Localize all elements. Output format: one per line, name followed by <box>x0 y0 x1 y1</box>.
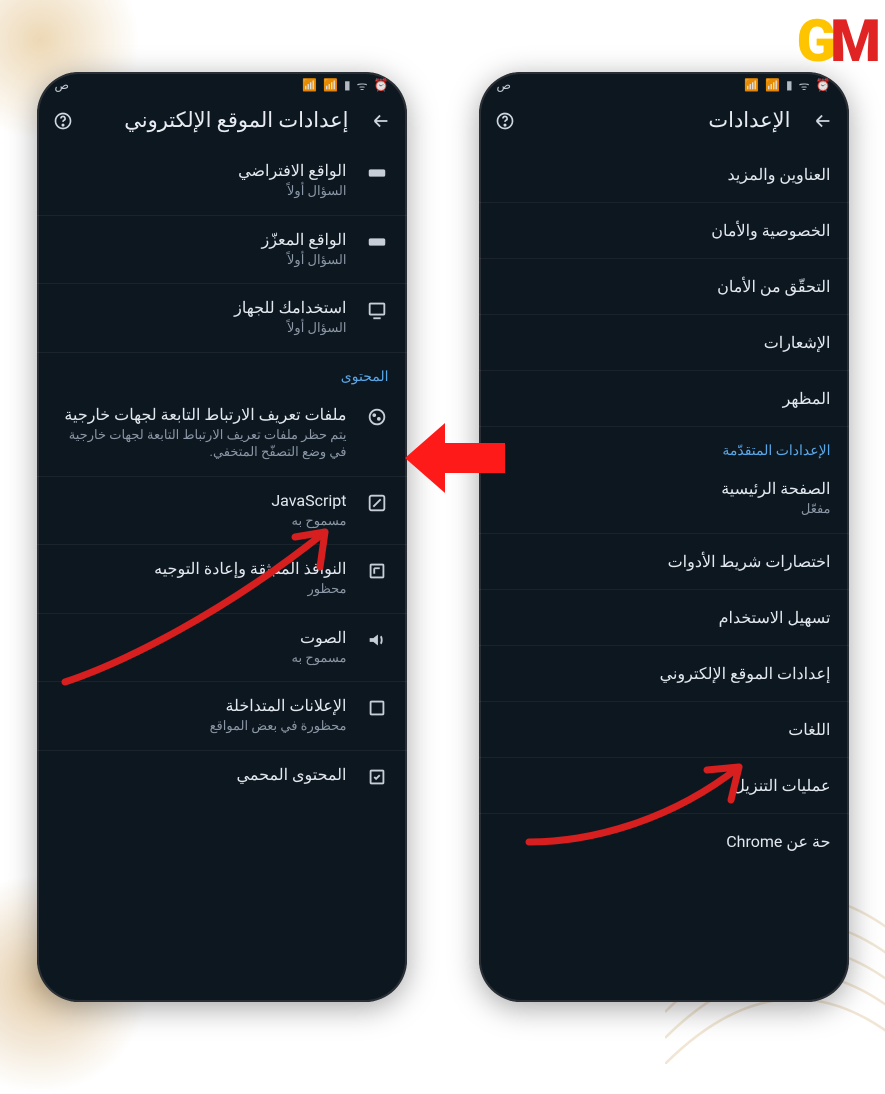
row-title: JavaScript <box>55 491 347 510</box>
logo-m: M <box>830 8 875 76</box>
row-languages[interactable]: اللغات <box>479 702 849 758</box>
row-title: ملفات تعريف الارتباط التابعة لجهات خارجي… <box>55 405 347 424</box>
row-accessibility[interactable]: تسهيل الاستخدام <box>479 590 849 646</box>
popup-icon <box>365 559 389 583</box>
back-icon[interactable] <box>369 109 393 133</box>
row-device-use[interactable]: استخدامك للجهاز السؤال أولاً <box>37 284 407 353</box>
help-icon[interactable] <box>51 109 75 133</box>
row-third-party-cookies[interactable]: ملفات تعريف الارتباط التابعة لجهات خارجي… <box>37 391 407 477</box>
status-time: ص <box>497 78 512 92</box>
row-protected-content[interactable]: المحتوى المحمي <box>37 751 407 803</box>
row-sub: محظور <box>55 581 347 599</box>
back-icon[interactable] <box>811 109 835 133</box>
section-advanced: الإعدادات المتقدّمة <box>479 427 849 465</box>
row-title: الإشعارات <box>497 333 831 352</box>
row-ar[interactable]: الواقع المعزّز السؤال أولاً <box>37 216 407 285</box>
row-sub: يتم حظر ملفات تعريف الارتباط التابعة لجه… <box>55 427 347 462</box>
protected-icon <box>365 765 389 789</box>
row-sound[interactable]: الصوت مسموح به <box>37 614 407 683</box>
cookie-icon <box>365 405 389 429</box>
row-popups[interactable]: النوافذ المنبثقة وإعادة التوجيه محظور <box>37 545 407 614</box>
row-vr[interactable]: الواقع الافتراضي السؤال أولاً <box>37 147 407 216</box>
app-header-left: إعدادات الموقع الإلكتروني <box>37 98 407 147</box>
status-bar: ⏰ᯤ▮📶📶 ص <box>37 72 407 98</box>
row-javascript[interactable]: JavaScript مسموح به <box>37 477 407 546</box>
transition-arrow-icon <box>405 418 505 498</box>
status-time: ص <box>55 78 70 92</box>
row-sub: مسموح به <box>55 513 347 531</box>
phone-right: ⏰ᯤ▮📶📶 ص الإعدادات العناوين والمزيد الخصو… <box>479 72 849 1002</box>
row-title: المحتوى المحمي <box>55 765 347 784</box>
row-addresses[interactable]: العناوين والمزيد <box>479 147 849 203</box>
app-header-right: الإعدادات <box>479 98 849 147</box>
row-title: استخدامك للجهاز <box>55 298 347 317</box>
row-downloads[interactable]: عمليات التنزيل <box>479 758 849 814</box>
row-title: اختصارات شريط الأدوات <box>497 552 831 571</box>
row-appearance[interactable]: المظهر <box>479 371 849 427</box>
row-sub: السؤال أولاً <box>55 320 347 338</box>
row-title: التحقّق من الأمان <box>497 277 831 296</box>
settings-list-left: الواقع الافتراضي السؤال أولاً الواقع المع… <box>37 147 407 823</box>
row-toolbar-shortcuts[interactable]: اختصارات شريط الأدوات <box>479 534 849 590</box>
row-sub: مفعّل <box>497 501 831 519</box>
help-icon[interactable] <box>493 109 517 133</box>
section-content: المحتوى <box>37 353 407 391</box>
row-safety-check[interactable]: التحقّق من الأمان <box>479 259 849 315</box>
row-notifications[interactable]: الإشعارات <box>479 315 849 371</box>
row-title: حة عن Chrome <box>497 832 831 851</box>
page-title-right: الإعدادات <box>708 108 790 133</box>
settings-list-right: العناوين والمزيد الخصوصية والأمان التحقّ… <box>479 147 849 889</box>
row-title: المظهر <box>497 389 831 408</box>
row-title: النوافذ المنبثقة وإعادة التوجيه <box>55 559 347 578</box>
status-bar: ⏰ᯤ▮📶📶 ص <box>479 72 849 98</box>
row-title: الصوت <box>55 628 347 647</box>
row-title: عمليات التنزيل <box>497 776 831 795</box>
row-title: العناوين والمزيد <box>497 165 831 184</box>
row-about-chrome[interactable]: حة عن Chrome <box>479 814 849 869</box>
page-title-left: إعدادات الموقع الإلكتروني <box>124 108 348 133</box>
row-sub: السؤال أولاً <box>55 183 347 201</box>
sound-icon <box>365 628 389 652</box>
status-icons: ⏰ᯤ▮📶📶 <box>302 77 388 94</box>
js-icon <box>365 491 389 515</box>
gm-logo: GM <box>797 8 875 76</box>
logo-g: G <box>797 8 831 76</box>
ar-icon <box>365 230 389 254</box>
row-homepage[interactable]: الصفحة الرئيسية مفعّل <box>479 465 849 534</box>
row-title: الصفحة الرئيسية <box>497 479 831 498</box>
phone-left: ⏰ᯤ▮📶📶 ص إعدادات الموقع الإلكتروني الواقع… <box>37 72 407 1002</box>
row-title: الواقع الافتراضي <box>55 161 347 180</box>
row-sub: محظورة في بعض المواقع <box>55 718 347 736</box>
device-icon <box>365 298 389 322</box>
vr-icon <box>365 161 389 185</box>
row-intrusive-ads[interactable]: الإعلانات المتداخلة محظورة في بعض المواقع <box>37 682 407 751</box>
row-title: اللغات <box>497 720 831 739</box>
row-sub: مسموح به <box>55 650 347 668</box>
row-privacy-security[interactable]: الخصوصية والأمان <box>479 203 849 259</box>
row-title: الواقع المعزّز <box>55 230 347 249</box>
status-icons: ⏰ᯤ▮📶📶 <box>744 77 830 94</box>
ads-icon <box>365 696 389 720</box>
row-sub: السؤال أولاً <box>55 252 347 270</box>
row-site-settings[interactable]: إعدادات الموقع الإلكتروني <box>479 646 849 702</box>
row-title: تسهيل الاستخدام <box>497 608 831 627</box>
row-title: الخصوصية والأمان <box>497 221 831 240</box>
row-title: الإعلانات المتداخلة <box>55 696 347 715</box>
row-title: إعدادات الموقع الإلكتروني <box>497 664 831 683</box>
